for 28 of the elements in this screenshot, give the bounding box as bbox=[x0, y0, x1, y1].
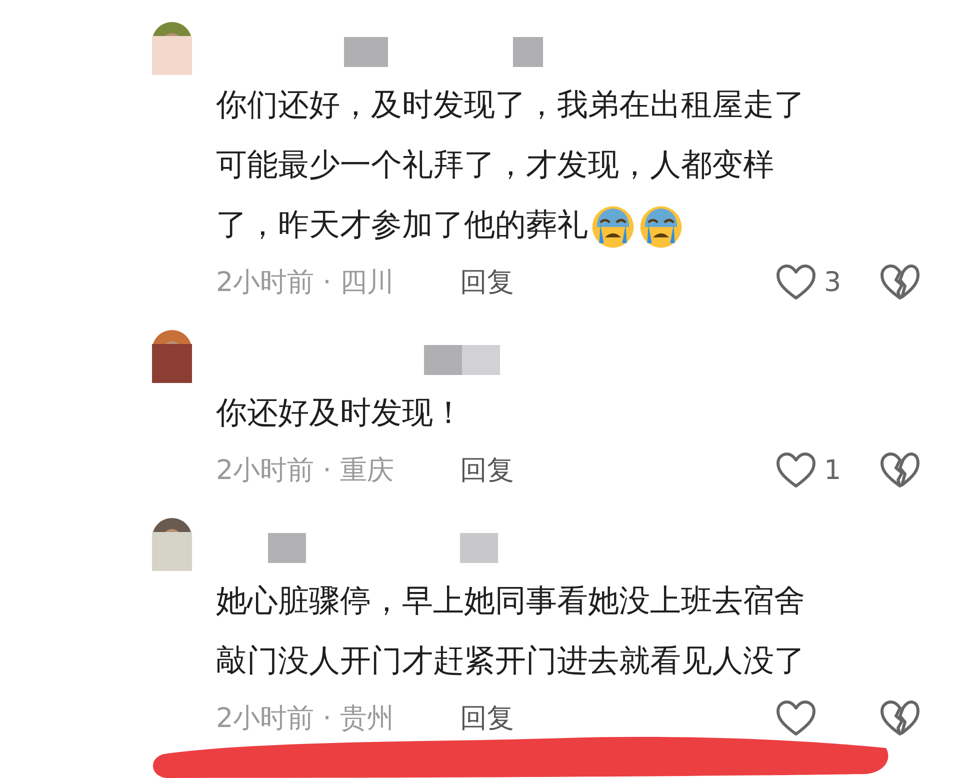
censor-block bbox=[513, 37, 543, 67]
crying-face-icon bbox=[638, 204, 684, 250]
like-count: 1 bbox=[824, 454, 842, 486]
like-icon[interactable] bbox=[776, 700, 816, 736]
comment-text: 你们还好，及时发现了，我弟在出租屋走了 bbox=[216, 87, 805, 123]
crying-face-icon bbox=[590, 204, 636, 250]
censor-block bbox=[344, 37, 388, 67]
time-location: 2小时前 · 重庆 bbox=[216, 454, 395, 488]
broken-heart-icon[interactable] bbox=[880, 264, 920, 300]
comment-text: 了，昨天才参加了他的葬礼 bbox=[216, 207, 588, 243]
censor-block bbox=[424, 345, 462, 375]
like-icon[interactable] bbox=[776, 452, 816, 488]
censor-block bbox=[268, 533, 306, 563]
comment-text: 你还好及时发现！ bbox=[216, 395, 464, 431]
reply-button[interactable]: 回复 bbox=[460, 264, 514, 300]
reply-button[interactable]: 回复 bbox=[460, 700, 514, 736]
comment-text: 敲门没人开门才赶紧开门进去就看见人没了 bbox=[216, 643, 805, 679]
time-location: 2小时前 · 四川 bbox=[216, 266, 395, 300]
like-count: 3 bbox=[824, 266, 842, 298]
comment-text: 她心脏骤停，早上她同事看她没上班去宿舍 bbox=[216, 583, 805, 619]
censor-block bbox=[460, 533, 498, 563]
reply-button[interactable]: 回复 bbox=[460, 452, 514, 488]
like-icon[interactable] bbox=[776, 264, 816, 300]
broken-heart-icon[interactable] bbox=[880, 452, 920, 488]
censor-block bbox=[462, 345, 500, 375]
comment-text: 可能最少一个礼拜了，才发现，人都变样 bbox=[216, 147, 774, 183]
time-location: 2小时前 · 贵州 bbox=[216, 702, 395, 736]
broken-heart-icon[interactable] bbox=[880, 700, 920, 736]
